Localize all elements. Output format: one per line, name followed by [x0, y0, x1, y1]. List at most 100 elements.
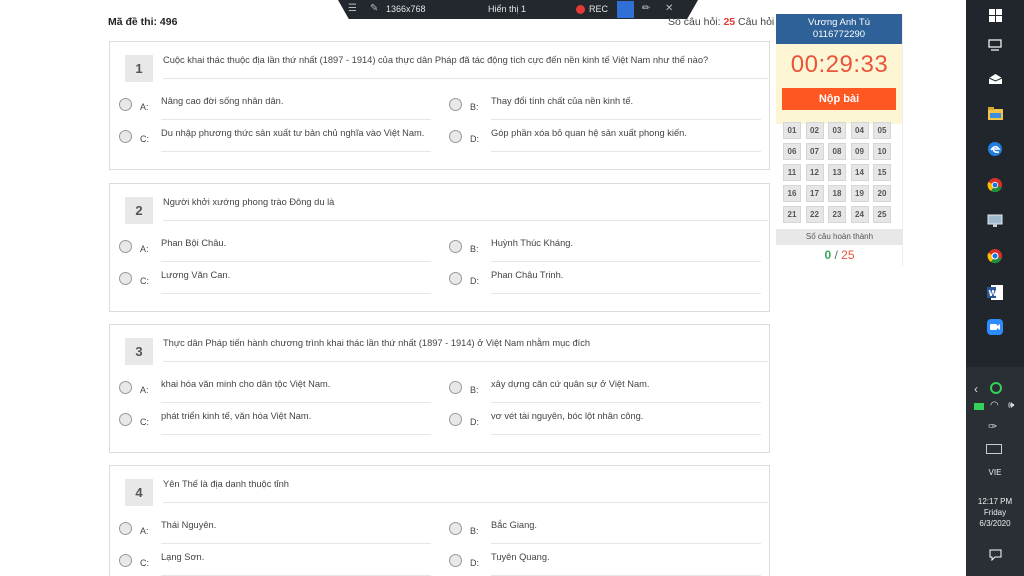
- pin-icon[interactable]: ✎: [370, 3, 378, 14]
- question-nav-cell[interactable]: 21: [783, 206, 801, 223]
- option-text: Du nhập phương thức sản xuất tư bản chủ …: [161, 125, 431, 152]
- radio-button[interactable]: [449, 413, 462, 426]
- close-icon[interactable]: ✕: [665, 3, 673, 14]
- radio-button[interactable]: [119, 130, 132, 143]
- question-nav-cell[interactable]: 23: [828, 206, 846, 223]
- battery-icon[interactable]: [974, 403, 984, 410]
- zoom-icon[interactable]: [986, 318, 1004, 336]
- radio-button[interactable]: [449, 554, 462, 567]
- radio-button[interactable]: [449, 240, 462, 253]
- question-nav-cell[interactable]: 22: [805, 206, 824, 223]
- radio-button[interactable]: [119, 272, 132, 285]
- answer-option[interactable]: B: Bắc Giang.: [440, 512, 761, 544]
- answer-option[interactable]: D: Tuyên Quang.: [440, 544, 761, 576]
- answer-option[interactable]: A: khai hóa văn minh cho dân tộc Việt Nam…: [110, 371, 431, 403]
- windows-start-icon[interactable]: [986, 6, 1004, 24]
- option-text: Tuyên Quang.: [491, 549, 761, 576]
- question-nav-cell[interactable]: 17: [805, 185, 824, 202]
- question-nav-cell[interactable]: 09: [850, 143, 869, 160]
- chrome-icon[interactable]: [986, 176, 1004, 194]
- option-text: khai hóa văn minh cho dân tộc Việt Nam.: [161, 376, 431, 403]
- status-circle-icon[interactable]: [990, 382, 1002, 394]
- answer-option[interactable]: A: Phan Bội Châu.: [110, 230, 431, 262]
- answer-option[interactable]: A: Thái Nguyên.: [110, 512, 431, 544]
- option-label: C:: [140, 417, 149, 427]
- question-nav-cell[interactable]: 25: [873, 206, 891, 223]
- file-explorer-icon[interactable]: [986, 104, 1004, 122]
- task-view-icon[interactable]: [986, 36, 1004, 54]
- answer-option[interactable]: C: Du nhập phương thức sản xuất tư bản ch…: [110, 120, 431, 152]
- answer-option[interactable]: C: Lạng Sơn.: [110, 544, 431, 576]
- user-id: 0116772290: [812, 29, 866, 40]
- question-nav-cell[interactable]: 14: [850, 164, 869, 181]
- question-nav-cell[interactable]: 18: [828, 185, 846, 202]
- radio-button[interactable]: [449, 272, 462, 285]
- radio-button[interactable]: [119, 413, 132, 426]
- question-nav-cell[interactable]: 11: [783, 164, 801, 181]
- question-card: 4 Yên Thế là địa danh thuộc tỉnh A: Thái Ng…: [109, 465, 770, 576]
- question-nav-cell[interactable]: 13: [828, 164, 846, 181]
- question-nav-cell[interactable]: 06: [783, 143, 801, 160]
- question-nav-cell[interactable]: 01: [783, 122, 801, 139]
- question-nav-cell[interactable]: 20: [873, 185, 891, 202]
- question-nav-cell[interactable]: 07: [805, 143, 824, 160]
- answer-option[interactable]: D: Góp phần xóa bỏ quan hệ sản xuất phong…: [440, 120, 761, 152]
- question-nav-cell[interactable]: 19: [850, 185, 869, 202]
- answer-option[interactable]: B: xây dựng căn cứ quân sự ở Việt Nam.: [440, 371, 761, 403]
- question-nav-cell[interactable]: 10: [873, 143, 891, 160]
- record-button[interactable]: REC: [589, 4, 608, 14]
- radio-button[interactable]: [119, 240, 132, 253]
- answer-option[interactable]: B: Huỳnh Thúc Kháng.: [440, 230, 761, 262]
- radio-button[interactable]: [449, 522, 462, 535]
- chrome-profile-icon[interactable]: [986, 247, 1004, 265]
- clock[interactable]: 12:17 PM Friday 6/3/2020: [966, 496, 1024, 529]
- keyboard-icon[interactable]: [986, 444, 1002, 454]
- option-label: C:: [140, 276, 149, 286]
- question-nav-cell[interactable]: 05: [873, 122, 891, 139]
- chevron-left-icon[interactable]: ‹: [974, 382, 978, 396]
- question-text: Thực dân Pháp tiến hành chương trình kha…: [163, 337, 768, 362]
- answer-option[interactable]: D: vơ vét tài nguyên, bóc lột nhân công.: [440, 403, 761, 435]
- answer-option[interactable]: D: Phan Châu Trinh.: [440, 262, 761, 294]
- answer-option[interactable]: C: Lương Văn Can.: [110, 262, 431, 294]
- radio-button[interactable]: [119, 381, 132, 394]
- menu-icon[interactable]: ☰: [348, 3, 357, 14]
- radio-button[interactable]: [449, 381, 462, 394]
- edge-browser-icon[interactable]: [986, 140, 1004, 158]
- language-indicator[interactable]: VIE: [966, 468, 1024, 477]
- wifi-icon[interactable]: ◠: [990, 400, 999, 411]
- question-nav-cell[interactable]: 24: [850, 206, 869, 223]
- answer-option[interactable]: A: Nâng cao đời sống nhân dân.: [110, 88, 431, 120]
- option-text: Phan Châu Trinh.: [491, 267, 761, 294]
- record-dot-icon[interactable]: [576, 5, 585, 14]
- question-nav-cell[interactable]: 16: [783, 185, 801, 202]
- radio-button[interactable]: [119, 98, 132, 111]
- completed-label: Số câu hoàn thành: [776, 229, 903, 245]
- radio-button[interactable]: [119, 522, 132, 535]
- answer-option[interactable]: B: Thay đổi tính chất của nền kinh tế.: [440, 88, 761, 120]
- recorder-display[interactable]: Hiển thị 1: [488, 4, 526, 14]
- option-text: vơ vét tài nguyên, bóc lột nhân công.: [491, 408, 761, 435]
- question-text: Yên Thế là địa danh thuộc tỉnh: [163, 478, 768, 503]
- question-nav-cell[interactable]: 02: [805, 122, 824, 139]
- radio-button[interactable]: [449, 98, 462, 111]
- submit-button[interactable]: Nộp bài: [782, 88, 896, 110]
- remote-desktop-icon[interactable]: [986, 212, 1004, 230]
- speaker-icon[interactable]: 🕪: [1008, 400, 1014, 411]
- option-label: D:: [470, 558, 479, 568]
- word-icon[interactable]: W: [986, 283, 1004, 301]
- answer-option[interactable]: C: phát triển kinh tế, văn hóa Việt Nam.: [110, 403, 431, 435]
- radio-button[interactable]: [119, 554, 132, 567]
- radio-button[interactable]: [449, 130, 462, 143]
- question-nav-cell[interactable]: 12: [805, 164, 824, 181]
- mail-icon[interactable]: [986, 70, 1004, 88]
- pen-icon[interactable]: ✏: [642, 3, 650, 14]
- question-nav-cell[interactable]: 03: [828, 122, 846, 139]
- capture-area-button[interactable]: [617, 1, 634, 18]
- notification-icon[interactable]: [986, 546, 1004, 564]
- pen-workspace-icon[interactable]: ✑: [988, 420, 997, 433]
- recorder-resolution[interactable]: 1366x768: [386, 4, 426, 14]
- question-nav-cell[interactable]: 04: [850, 122, 869, 139]
- question-nav-cell[interactable]: 08: [828, 143, 846, 160]
- question-nav-cell[interactable]: 15: [873, 164, 891, 181]
